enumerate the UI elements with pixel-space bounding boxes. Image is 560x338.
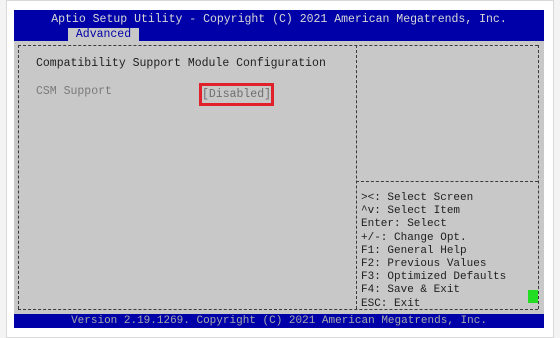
footer-bar: Version 2.19.1269. Copyright (C) 2021 Am…	[14, 314, 544, 328]
csm-support-label: CSM Support	[36, 85, 112, 98]
help-item: +/-: Change Opt.	[361, 231, 467, 244]
help-item: F1: General Help	[361, 244, 467, 257]
help-item: ESC: Exit	[361, 297, 421, 310]
help-item: ><: Select Screen	[361, 192, 474, 204]
app-title: Aptio Setup Utility - Copyright (C) 2021…	[51, 13, 507, 26]
help-separator	[356, 181, 538, 182]
help-item: Enter: Select	[361, 218, 447, 231]
version-text: Version 2.19.1269. Copyright (C) 2021 Am…	[71, 315, 487, 327]
help-item: F2: Previous Values	[361, 258, 487, 271]
bios-setup-screen: Aptio Setup Utility - Copyright (C) 2021…	[14, 10, 544, 328]
csm-support-value[interactable]: [Disabled]	[199, 83, 274, 106]
tab-advanced[interactable]: Advanced	[68, 28, 139, 41]
page-title: Compatibility Support Module Configurati…	[36, 57, 326, 70]
status-indicator	[528, 290, 538, 303]
frame-right-border	[538, 45, 539, 309]
frame-left-border	[18, 45, 19, 309]
frame-top-border	[18, 45, 538, 46]
title-bar: Aptio Setup Utility - Copyright (C) 2021…	[14, 10, 544, 41]
panel-separator	[356, 45, 357, 309]
help-item: F3: Optimized Defaults	[361, 271, 507, 284]
help-item: ^v: Select Item	[361, 205, 461, 218]
help-item: F4: Save & Exit	[361, 284, 461, 297]
key-help-list: ><: Select Screen ^v: Select Item Enter:…	[361, 192, 506, 311]
